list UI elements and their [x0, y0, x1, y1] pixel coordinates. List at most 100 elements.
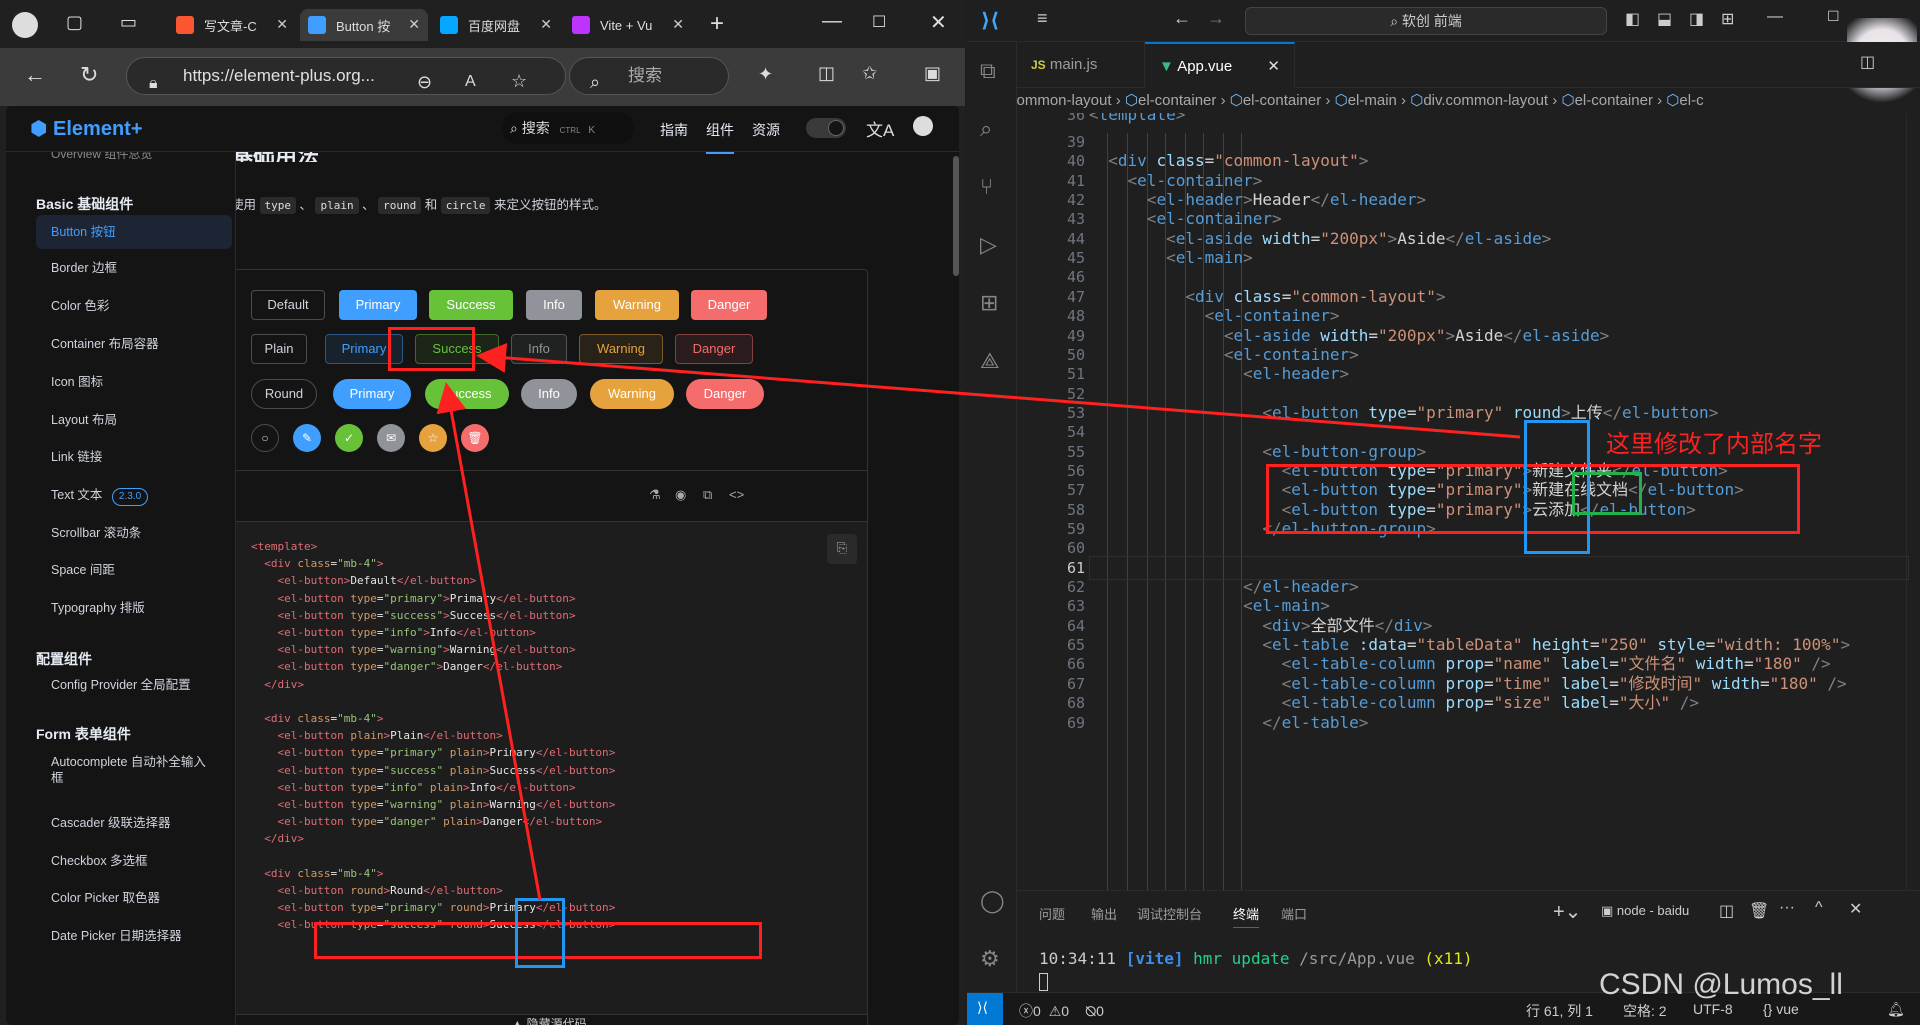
- sidebar-partial-item[interactable]: Overview 组件总览: [51, 152, 152, 160]
- copy-code-icon[interactable]: ⎘: [827, 534, 857, 564]
- dark-mode-toggle[interactable]: [806, 118, 846, 138]
- sidebar-item-space[interactable]: Space 间距: [36, 562, 232, 578]
- sidebar-item-checkbox[interactable]: Checkbox 多选框: [36, 853, 232, 869]
- terminal-selector[interactable]: ▣ node - baidu: [1601, 903, 1689, 919]
- close-tab-icon[interactable]: ✕: [540, 16, 552, 33]
- sidebar-item-border[interactable]: Border 边框: [36, 260, 232, 276]
- sidebar-item-icon[interactable]: Icon 图标: [36, 374, 232, 390]
- editor-scrollbar[interactable]: [1906, 113, 1920, 890]
- demo-button-primary[interactable]: Primary: [339, 290, 417, 320]
- zoom-icon[interactable]: ⊖: [417, 64, 432, 100]
- problems-status[interactable]: ⓧ0 ⚠0 ⦰0: [1019, 1001, 1104, 1021]
- extensions-view-icon[interactable]: ⊞: [980, 290, 1006, 316]
- sidebar-item-scrollbar[interactable]: Scrollbar 滚动条: [36, 525, 232, 541]
- circle-message-button[interactable]: ✉: [377, 424, 405, 452]
- search-view-icon[interactable]: ⌕: [980, 116, 1006, 142]
- split-screen-icon[interactable]: ◫: [818, 63, 835, 84]
- favorite-star-icon[interactable]: ☆: [511, 63, 527, 99]
- minimize-icon[interactable]: —: [822, 10, 842, 33]
- settings-gear-icon[interactable]: ⚙: [980, 946, 1006, 972]
- demo-plain-success[interactable]: Success: [415, 334, 499, 364]
- github-icon[interactable]: [913, 116, 933, 136]
- encoding-status[interactable]: UTF-8: [1693, 1001, 1733, 1017]
- terminal-output[interactable]: 10:34:11 [vite] hmr update /src/App.vue …: [1039, 949, 1473, 968]
- nav-guide[interactable]: 指南: [660, 120, 688, 140]
- sidebar-item-config-provider[interactable]: Config Provider 全局配置: [36, 677, 232, 693]
- panel-tab-output[interactable]: 输出: [1091, 904, 1117, 923]
- browser-tab-1[interactable]: 写文章-C ✕: [168, 9, 296, 41]
- split-terminal-icon[interactable]: ◫: [1719, 901, 1734, 921]
- circle-search-button[interactable]: ○: [251, 424, 279, 452]
- nav-resource[interactable]: 资源: [752, 120, 780, 140]
- maximize-icon[interactable]: ☐: [1827, 8, 1840, 25]
- profile-icon[interactable]: [12, 12, 38, 38]
- demo-button-danger[interactable]: Danger: [691, 290, 767, 320]
- sidebar-item-cascader[interactable]: Cascader 级联选择器: [36, 815, 232, 831]
- more-actions-icon[interactable]: ···: [1779, 899, 1795, 917]
- sidebar-item-container[interactable]: Container 布局容器: [36, 336, 232, 352]
- demo-round-success[interactable]: Success: [425, 379, 509, 409]
- kill-terminal-icon[interactable]: 🗑︎: [1749, 901, 1769, 921]
- cursor-position[interactable]: 行 61, 列 1: [1526, 1001, 1593, 1021]
- demo-button-default[interactable]: Default: [251, 290, 325, 320]
- back-icon[interactable]: ←: [24, 62, 46, 88]
- layout-sidebar-icon[interactable]: ◧: [1625, 9, 1640, 29]
- demo-plain-danger[interactable]: Danger: [675, 334, 753, 364]
- menu-icon[interactable]: ≡: [1037, 8, 1048, 29]
- sidebar-toggle-icon[interactable]: ▣: [924, 63, 941, 84]
- demo-round-default[interactable]: Round: [251, 379, 317, 409]
- notifications-icon[interactable]: 🔔︎: [1887, 1001, 1905, 1018]
- site-search[interactable]: ⌕ 搜索 CTRL K: [502, 112, 634, 144]
- new-tab-icon[interactable]: +: [710, 10, 724, 38]
- nav-forward-icon[interactable]: →: [1207, 8, 1225, 29]
- favorites-icon[interactable]: ✩: [862, 63, 877, 84]
- nav-component[interactable]: 组件: [706, 120, 734, 154]
- refresh-icon[interactable]: ↻: [80, 62, 98, 88]
- browser-tab-4[interactable]: Vite + Vu ✕: [564, 9, 692, 41]
- playground-icon[interactable]: ⚗: [649, 487, 661, 503]
- panel-tab-problems[interactable]: 问题: [1039, 904, 1065, 923]
- minimize-icon[interactable]: —: [1767, 8, 1783, 26]
- close-tab-icon[interactable]: ✕: [672, 16, 684, 33]
- split-editor-icon[interactable]: ◫: [1860, 52, 1875, 72]
- circle-star-button[interactable]: ☆: [419, 424, 447, 452]
- circle-check-button[interactable]: ✓: [335, 424, 363, 452]
- github-icon[interactable]: ◉: [675, 487, 686, 503]
- tab-app-vue[interactable]: ▼ App.vue ✕: [1145, 42, 1295, 88]
- demo-plain-warning[interactable]: Warning: [579, 334, 663, 364]
- panel-tab-debug-console[interactable]: 调试控制台: [1137, 904, 1202, 923]
- circle-edit-button[interactable]: ✎: [293, 424, 321, 452]
- sidebar-item-color[interactable]: Color 色彩: [36, 298, 232, 314]
- extensions-icon[interactable]: ✦: [758, 64, 773, 85]
- page-scrollbar[interactable]: [953, 156, 959, 276]
- read-aloud-icon[interactable]: A: [465, 64, 476, 100]
- demo-round-info[interactable]: Info: [521, 379, 577, 409]
- maximize-icon[interactable]: ☐: [872, 12, 886, 32]
- sidebar-item-date-picker[interactable]: Date Picker 日期选择器: [36, 928, 232, 944]
- panel-tab-ports[interactable]: 端口: [1281, 904, 1307, 923]
- browser-search-box[interactable]: ⌕ 搜索: [569, 57, 729, 95]
- close-window-icon[interactable]: ✕: [930, 10, 947, 35]
- demo-button-success[interactable]: Success: [429, 290, 513, 320]
- tab-actions-icon[interactable]: ▭: [120, 12, 137, 33]
- circle-delete-button[interactable]: 🗑︎: [461, 424, 489, 452]
- run-debug-icon[interactable]: ▷: [980, 232, 1006, 258]
- demo-plain-default[interactable]: Plain: [251, 334, 307, 364]
- element-logo[interactable]: ⬢ Element+: [30, 116, 143, 141]
- translate-icon[interactable]: 文A: [866, 116, 894, 141]
- demo-plain-primary[interactable]: Primary: [325, 334, 403, 364]
- demo-round-primary[interactable]: Primary: [333, 379, 411, 409]
- gitlens-icon[interactable]: ⟁: [980, 348, 1006, 374]
- command-center[interactable]: ⌕ 软创 前端: [1245, 7, 1607, 35]
- code-toggle-icon[interactable]: <>: [729, 487, 744, 502]
- tab-main-js[interactable]: JS main.js: [1017, 42, 1145, 88]
- sidebar-item-color-picker[interactable]: Color Picker 取色器: [36, 890, 232, 906]
- address-bar[interactable]: 🔒︎ https://element-plus.org... ⊖ A ☆: [126, 57, 566, 95]
- source-control-icon[interactable]: ⑂: [980, 174, 1006, 200]
- layout-panel-icon[interactable]: ⬓: [1657, 9, 1672, 29]
- sidebar-item-autocomplete[interactable]: Autocomplete 自动补全输入框: [36, 754, 216, 786]
- code-editor[interactable]: 36 <template> 39 40 <div class="common-layo…: [1017, 113, 1920, 890]
- demo-round-warning[interactable]: Warning: [590, 379, 674, 409]
- indent-status[interactable]: 空格: 2: [1623, 1001, 1667, 1021]
- sidebar-item-typography[interactable]: Typography 排版: [36, 600, 232, 616]
